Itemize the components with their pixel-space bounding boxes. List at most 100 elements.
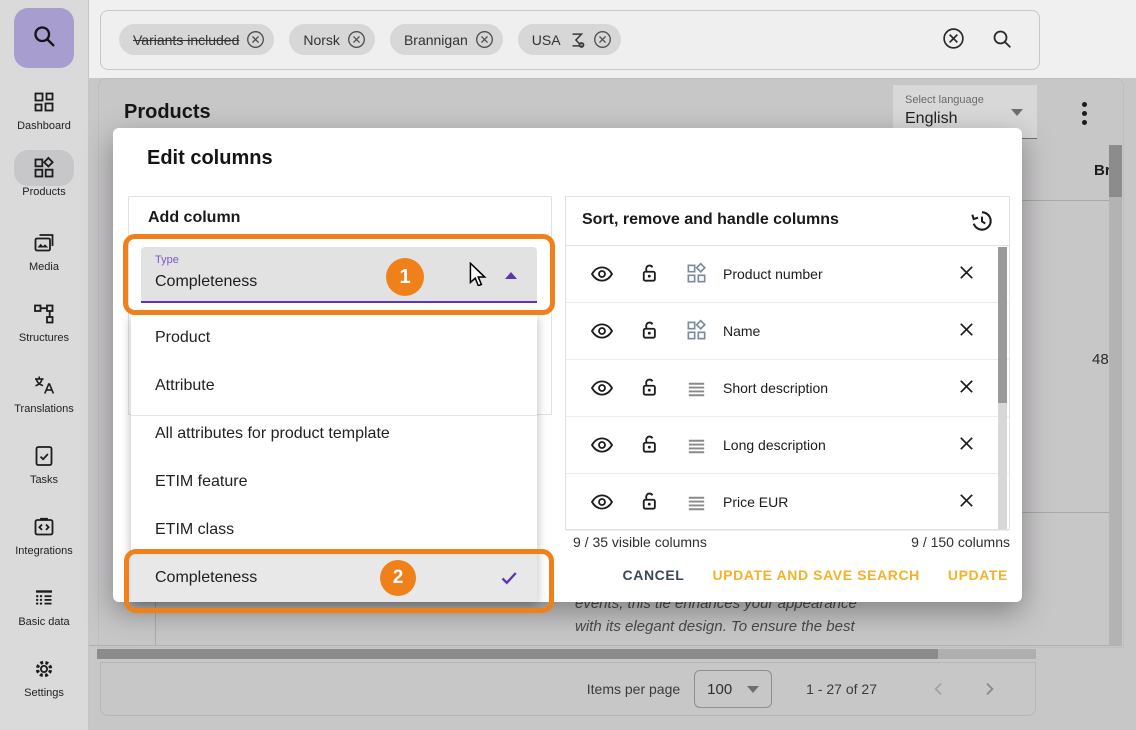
chip-remove-icon[interactable] — [347, 30, 366, 49]
lock-open-icon[interactable] — [638, 262, 661, 290]
update-and-save-search-button[interactable]: UPDATE AND SAVE SEARCH — [712, 567, 919, 583]
lock-open-icon[interactable] — [638, 490, 661, 518]
update-button[interactable]: UPDATE — [948, 567, 1008, 583]
sidebar-item-products[interactable]: Products — [0, 156, 88, 198]
more-options-button[interactable] — [1079, 98, 1091, 130]
remove-column-icon[interactable] — [956, 376, 977, 402]
column-type-select[interactable]: Type Completeness — [141, 247, 537, 303]
horizontal-scrollbar[interactable] — [97, 649, 1036, 659]
sidebar-search-button[interactable] — [14, 8, 74, 68]
table-cell-divider — [155, 602, 156, 645]
menu-option-etim-feature[interactable]: ETIM feature — [131, 458, 537, 506]
sidebar-item-tasks[interactable]: Tasks — [0, 444, 88, 486]
columns-summary: 9 / 35 visible columns 9 / 150 columns — [573, 534, 1010, 550]
visibility-eye-icon[interactable] — [590, 433, 614, 462]
chip-remove-icon[interactable] — [246, 30, 265, 49]
column-row: Name — [566, 303, 1009, 360]
sidebar-item-integrations[interactable]: Integrations — [0, 515, 88, 557]
total-columns-count: 9 / 150 columns — [911, 534, 1010, 550]
chevron-down-icon — [747, 686, 759, 693]
column-row: Price EUR — [566, 474, 1009, 531]
column-type-menu: Product Attribute All attributes for pro… — [131, 314, 537, 602]
visible-columns-count: 9 / 35 visible columns — [573, 534, 707, 550]
filter-chip-usa[interactable]: USA — [518, 24, 621, 55]
visibility-eye-icon[interactable] — [590, 262, 614, 291]
lock-open-icon[interactable] — [638, 376, 661, 404]
search-submit-icon[interactable] — [990, 27, 1014, 51]
chevron-down-icon — [1011, 109, 1023, 116]
menu-option-etim-class[interactable]: ETIM class — [131, 506, 537, 554]
visibility-eye-icon[interactable] — [590, 376, 614, 405]
visibility-eye-icon[interactable] — [590, 490, 614, 519]
sidebar-item-label: Products — [22, 186, 65, 198]
column-row: Long description — [566, 417, 1009, 474]
basic-data-icon — [32, 586, 56, 610]
cancel-button[interactable]: CANCEL — [623, 567, 685, 583]
option-label: ETIM feature — [155, 473, 247, 491]
search-bar[interactable]: Variants included Norsk Brannigan — [100, 10, 1040, 70]
filter-chip-norsk[interactable]: Norsk — [289, 24, 375, 55]
column-row-label: Long description — [723, 437, 826, 453]
visibility-eye-icon[interactable] — [590, 319, 614, 348]
language-select-value: English — [905, 110, 957, 128]
sidebar-item-media[interactable]: Media — [0, 231, 88, 273]
dialog-actions: CANCEL UPDATE AND SAVE SEARCH UPDATE — [623, 558, 1008, 592]
sidebar-item-translations[interactable]: Translations — [0, 373, 88, 415]
sidebar-item-label: Basic data — [18, 616, 69, 628]
restore-history-icon[interactable] — [969, 208, 995, 239]
search-icon — [30, 22, 58, 55]
sidebar-item-label: Translations — [14, 403, 74, 415]
table-bottom-border — [88, 645, 1122, 646]
remove-column-icon[interactable] — [956, 490, 977, 516]
add-column-heading: Add column — [148, 209, 240, 227]
previous-page-button[interactable] — [929, 679, 949, 699]
sidebar-item-settings[interactable]: Settings — [0, 657, 88, 699]
top-bar: Variants included Norsk Brannigan — [88, 0, 1136, 78]
lock-open-icon[interactable] — [638, 433, 661, 461]
sum-function-icon — [568, 31, 586, 49]
chip-remove-icon[interactable] — [475, 30, 494, 49]
column-row-label: Price EUR — [723, 494, 788, 510]
items-per-page-select[interactable]: 100 — [694, 670, 772, 708]
menu-option-product[interactable]: Product — [131, 314, 537, 362]
column-row-label: Name — [723, 323, 760, 339]
tasks-icon — [32, 444, 56, 468]
menu-option-all-attributes[interactable]: All attributes for product template — [131, 410, 537, 458]
lock-open-icon[interactable] — [638, 319, 661, 347]
clear-all-filters-icon[interactable] — [941, 26, 966, 51]
pagination-range: 1 - 27 of 27 — [806, 681, 877, 697]
columns-panel-scrollbar-thumb[interactable] — [998, 247, 1007, 403]
language-select-label: Select language — [905, 94, 984, 106]
check-icon — [499, 568, 519, 593]
vertical-scrollbar-thumb[interactable] — [1109, 145, 1122, 197]
chip-remove-icon[interactable] — [593, 30, 612, 49]
text-lines-icon — [685, 492, 708, 520]
filter-chip-variants[interactable]: Variants included — [119, 24, 274, 55]
sidebar-item-basic-data[interactable]: Basic data — [0, 586, 88, 628]
sidebar-item-label: Integrations — [15, 545, 72, 557]
remove-column-icon[interactable] — [956, 262, 977, 288]
dialog-title: Edit columns — [147, 147, 273, 170]
menu-option-completeness[interactable]: Completeness — [131, 554, 537, 602]
chip-label: USA — [532, 32, 561, 48]
remove-column-icon[interactable] — [956, 319, 977, 345]
sidebar-item-label: Settings — [24, 687, 64, 699]
menu-option-attribute[interactable]: Attribute — [131, 362, 537, 410]
column-row-label: Product number — [723, 266, 823, 282]
filter-chip-brannigan[interactable]: Brannigan — [390, 24, 503, 55]
option-label: Attribute — [155, 377, 215, 395]
media-icon — [32, 231, 56, 255]
columns-panel-scrollbar[interactable] — [998, 247, 1007, 529]
product-grid-icon — [685, 319, 708, 347]
dashboard-icon — [32, 90, 56, 114]
chip-label: Norsk — [303, 32, 340, 48]
next-page-button[interactable] — [979, 679, 999, 699]
edit-columns-dialog: Edit columns Add column Type Completenes… — [113, 128, 1022, 602]
horizontal-scrollbar-thumb[interactable] — [97, 649, 938, 659]
remove-column-icon[interactable] — [956, 433, 977, 459]
sort-columns-heading: Sort, remove and handle columns — [582, 211, 839, 229]
filter-chips: Variants included Norsk Brannigan — [119, 24, 621, 55]
vertical-scrollbar[interactable] — [1109, 145, 1122, 645]
sidebar-item-dashboard[interactable]: Dashboard — [0, 90, 88, 132]
sidebar-item-structures[interactable]: Structures — [0, 302, 88, 344]
